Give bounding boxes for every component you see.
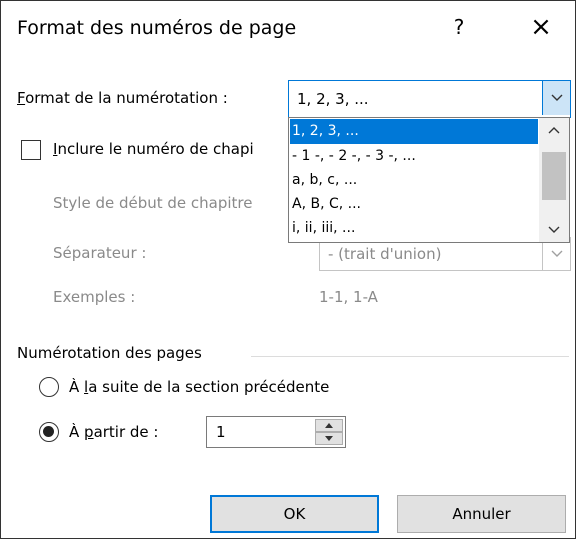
help-button[interactable]: ?: [444, 12, 474, 42]
format-page-numbers-dialog: Format des numéros de page ? × Format de…: [0, 0, 576, 539]
start-at-label: À partir de :: [69, 423, 159, 441]
dropdown-scrollbar[interactable]: [539, 118, 569, 242]
format-option[interactable]: 1, 2, 3, ...: [290, 119, 538, 144]
number-format-value: 1, 2, 3, ...: [297, 90, 369, 108]
stepper-down-icon[interactable]: [315, 432, 343, 445]
format-option[interactable]: a, b, c, ...: [290, 168, 538, 193]
stepper-up-icon[interactable]: [315, 419, 343, 432]
number-format-dropdown-list: 1, 2, 3, ... - 1 -, - 2 -, - 3 -, ... a,…: [288, 117, 570, 243]
format-option[interactable]: A, B, C, ...: [290, 192, 538, 217]
include-chapter-checkbox[interactable]: [21, 140, 41, 160]
examples-label: Exemples :: [53, 288, 136, 306]
continue-from-previous-label: À la suite de la section précédente: [69, 378, 330, 396]
examples-value: 1-1, 1-A: [319, 288, 378, 306]
number-format-label: Format de la numérotation :: [17, 89, 228, 107]
separator-label: Séparateur :: [53, 244, 147, 262]
scrollbar-thumb[interactable]: [542, 152, 566, 200]
dialog-title: Format des numéros de page: [17, 17, 297, 39]
page-numbering-section-title: Numérotation des pages: [17, 344, 202, 362]
format-option[interactable]: i, ii, iii, ...: [290, 216, 538, 241]
chevron-up-icon[interactable]: [539, 118, 569, 142]
include-chapter-label: Inclure le numéro de chapi: [53, 140, 254, 158]
close-button[interactable]: ×: [521, 12, 561, 44]
chapter-style-label: Style de début de chapitre: [53, 194, 253, 212]
continue-from-previous-radio[interactable]: [39, 377, 59, 397]
start-at-radio[interactable]: [39, 422, 59, 442]
chevron-down-icon[interactable]: [542, 81, 570, 115]
start-at-stepper[interactable]: 1: [206, 416, 346, 448]
radio-selected-dot: [43, 426, 54, 437]
stepper-buttons: [315, 419, 343, 445]
title-bar: Format des numéros de page ? ×: [1, 1, 575, 61]
format-option[interactable]: - 1 -, - 2 -, - 3 -, ...: [290, 144, 538, 169]
chevron-down-icon[interactable]: [539, 218, 569, 242]
ok-button[interactable]: OK: [210, 495, 379, 533]
number-format-select[interactable]: 1, 2, 3, ...: [288, 80, 571, 118]
section-divider: [251, 356, 569, 357]
start-at-value[interactable]: 1: [216, 417, 226, 447]
cancel-button[interactable]: Annuler: [397, 495, 566, 533]
